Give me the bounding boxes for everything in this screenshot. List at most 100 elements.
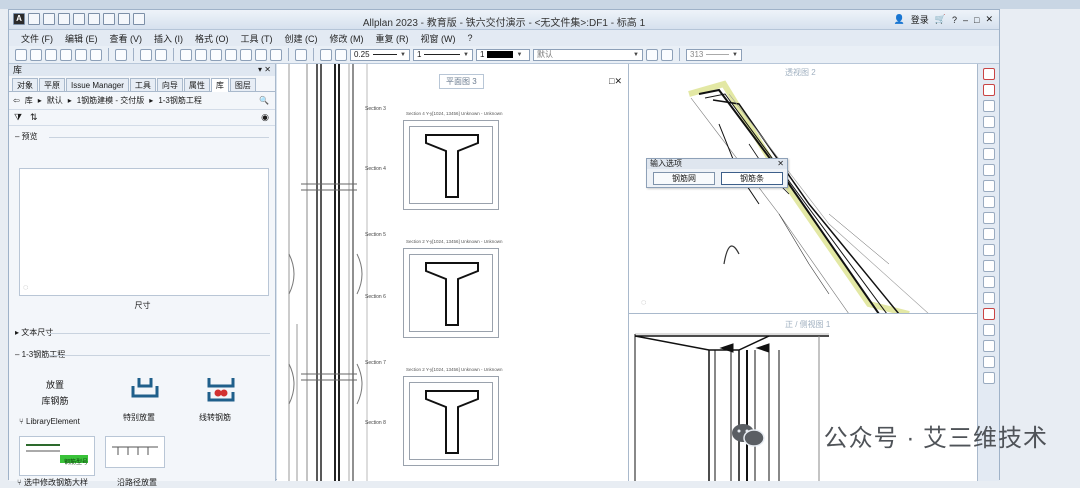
paste-icon[interactable] (225, 48, 237, 61)
level-icon[interactable] (982, 372, 995, 384)
cross-bar-icon[interactable] (982, 132, 995, 144)
panel-pin-close-icon[interactable]: ▾ ✕ (258, 64, 271, 76)
dialog-close-icon[interactable]: ✕ (777, 159, 784, 169)
pen-icon[interactable] (320, 48, 332, 61)
dimension-icon[interactable] (982, 356, 995, 368)
view-mode-icon[interactable]: ◉ (261, 112, 269, 123)
color-select[interactable]: 1 ▼ (476, 48, 530, 61)
delete-icon[interactable] (90, 48, 102, 61)
layer-select[interactable]: 默认 ▼ (533, 48, 643, 61)
stairs-icon[interactable] (982, 212, 995, 224)
plan-view-3[interactable]: 平面图 3 □✕ Section 3 Section 4 Section 5 S… (277, 64, 629, 481)
preview-section-header[interactable]: – 预览 (9, 130, 275, 144)
library-item-modify-shape[interactable]: 钢筋型号 (19, 436, 95, 476)
angle-icon[interactable] (982, 340, 995, 352)
tab-plane[interactable]: 平原 (39, 78, 65, 91)
front-view-1[interactable]: 正 / 侧视图 1 (629, 314, 979, 481)
scale-select[interactable]: 313 ▼ (686, 48, 742, 61)
library-item-place-rebar[interactable]: 放置 库钢筋 (33, 378, 77, 407)
section-sheet[interactable]: Section 4 Y-y[1024, 13456] Unknown - Unk… (403, 111, 503, 210)
view-restore-icon[interactable]: □✕ (609, 76, 622, 87)
cut-icon[interactable] (210, 48, 222, 61)
link-icon[interactable] (982, 260, 995, 272)
rebar-mesh-button[interactable]: 钢筋网 (653, 172, 715, 185)
measure-icon[interactable] (180, 48, 192, 61)
delete-tool-icon[interactable] (982, 308, 995, 320)
print-icon[interactable] (75, 48, 87, 61)
clipboard-icon[interactable] (240, 48, 252, 61)
sort-icon[interactable]: ⇅ (30, 112, 38, 123)
library-item-line-to-rebar[interactable]: 线转钢筋 (185, 374, 245, 423)
brush-icon[interactable] (982, 84, 995, 96)
menu-view[interactable]: 查看 (V) (110, 32, 143, 45)
section-sheet[interactable]: Section 2 Y-y[1024, 13456] Unknown - Unk… (403, 367, 503, 466)
triangle-alt-icon[interactable] (982, 164, 995, 176)
plan-view-tab[interactable]: 平面图 3 (439, 74, 484, 89)
search-icon[interactable]: 🔍 (259, 96, 269, 105)
format-tool-icon[interactable] (661, 48, 673, 61)
filter-icon[interactable]: ⧩ (14, 112, 22, 123)
line-type-select[interactable]: 1 ▼ (413, 48, 473, 61)
menu-insert[interactable]: 插入 (I) (154, 32, 183, 45)
login-link[interactable]: 登录 (911, 13, 929, 26)
undo-tool-icon[interactable] (140, 48, 152, 61)
bend-icon[interactable] (982, 100, 995, 112)
rotate-icon[interactable]: ◌ (641, 297, 646, 307)
tab-tools[interactable]: 工具 (129, 78, 156, 91)
rebar-bar-button[interactable]: 钢筋条 (721, 172, 783, 185)
split-icon[interactable] (982, 276, 995, 288)
table-icon[interactable] (30, 48, 42, 61)
bars-icon[interactable] (982, 116, 995, 128)
pen-thickness-select[interactable]: 0.25 ▼ (350, 48, 410, 61)
tab-wizard[interactable]: 向导 (156, 78, 183, 91)
tab-properties[interactable]: 属性 (183, 78, 210, 91)
user-icon[interactable]: 👤 (894, 14, 905, 25)
breadcrumb-item[interactable]: 库 (25, 95, 33, 106)
pencil-icon[interactable] (982, 68, 995, 80)
breadcrumb-item[interactable]: 默认 (47, 95, 63, 106)
menu-repeat[interactable]: 重复 (R) (376, 32, 409, 45)
triangle-icon[interactable] (982, 148, 995, 160)
iso-view-tab[interactable]: 透视图 2 (779, 66, 822, 79)
breadcrumb-item[interactable]: 1钢筋建模 - 交付版 (77, 95, 145, 106)
ruler-icon[interactable] (195, 48, 207, 61)
copy-icon[interactable] (60, 48, 72, 61)
help-icon[interactable]: ? (952, 15, 957, 25)
menu-create[interactable]: 创建 (C) (285, 32, 318, 45)
rotate-icon[interactable]: ◌ (23, 282, 28, 292)
menu-window[interactable]: 视窗 (W) (421, 32, 456, 45)
cart-icon[interactable]: 🛒 (935, 14, 946, 25)
mirror-icon[interactable] (982, 196, 995, 208)
minimize-icon[interactable]: ‒ (963, 15, 968, 25)
tab-library[interactable]: 库 (210, 78, 229, 92)
group-section-header[interactable]: – 1-3钢筋工程 (9, 348, 276, 362)
grid-icon[interactable] (15, 48, 27, 61)
menu-format[interactable]: 格式 (O) (195, 32, 229, 45)
line-icon[interactable] (982, 324, 995, 336)
menu-modify[interactable]: 修改 (M) (330, 32, 364, 45)
menu-file[interactable]: 文件 (F) (21, 32, 53, 45)
menu-help[interactable]: ? (468, 33, 473, 43)
menu-tools[interactable]: 工具 (T) (241, 32, 273, 45)
tab-objects[interactable]: 对象 (12, 78, 38, 91)
redo-tool-icon[interactable] (155, 48, 167, 61)
tab-layers[interactable]: 图层 (229, 78, 256, 91)
menu-edit[interactable]: 编辑 (E) (65, 32, 98, 45)
doc-icon[interactable] (45, 48, 57, 61)
layer-tool-icon[interactable] (646, 48, 658, 61)
close-icon[interactable]: ✕ (985, 14, 993, 25)
frame-icon[interactable] (255, 48, 267, 61)
breadcrumb-item[interactable]: 1-3钢筋工程 (158, 95, 202, 106)
copy-tool-icon[interactable] (982, 180, 995, 192)
cube-icon[interactable] (270, 48, 282, 61)
section-sheet[interactable]: Section 2 Y-y[1024, 13456] Unknown - Unk… (403, 239, 503, 338)
library-item-path-place[interactable] (105, 436, 165, 468)
image-icon[interactable] (115, 48, 127, 61)
back-arrow-icon[interactable]: ⇦ (13, 96, 20, 105)
magnet-icon[interactable] (295, 48, 307, 61)
brush-icon[interactable] (335, 48, 347, 61)
tab-issue-manager[interactable]: Issue Manager (66, 78, 129, 91)
text-size-section-header[interactable]: ▸ 文本尺寸 (9, 326, 276, 340)
iso-view-2[interactable]: 透视图 2 ◌ (629, 64, 979, 314)
maximize-icon[interactable]: □ (974, 15, 979, 25)
